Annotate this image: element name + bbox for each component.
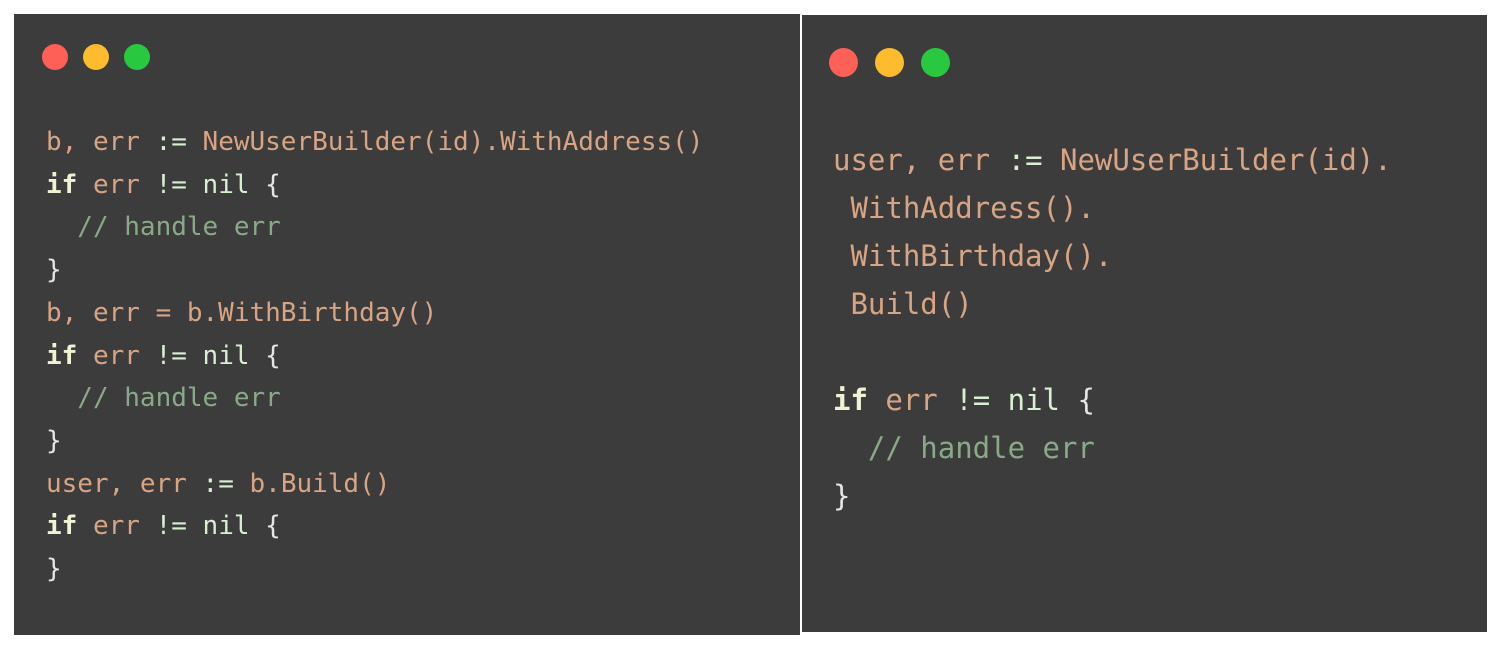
code-token: != [955,383,991,417]
window-controls [829,48,950,77]
code-line: if err != nil { [46,164,703,207]
code-token: if [46,511,78,542]
code-line: // handle err [833,424,1392,472]
code-token: } [46,425,62,456]
minimize-dot-icon[interactable] [875,48,904,77]
code-token: WithAddress(). [833,191,1095,225]
window-controls [42,44,150,70]
code-line: ​ [833,328,1392,376]
code-window-right: user, err := NewUserBuilder(id). WithAdd… [802,15,1487,632]
code-token: if [46,340,78,371]
code-line: user, err := b.Build() [46,463,703,506]
code-token: // handle err [46,212,281,243]
code-line: } [46,249,703,292]
code-token: user, err [833,143,1008,177]
code-token: { [249,340,281,371]
code-token: // handle err [833,431,1095,465]
code-line: Build() [833,280,1392,328]
code-line: // handle err [46,206,703,249]
code-token: nil [186,340,250,371]
code-block: b, err := NewUserBuilder(id).WithAddress… [46,121,703,591]
code-token: err [77,511,156,542]
code-line: if err != nil { [833,376,1392,424]
code-block: user, err := NewUserBuilder(id). WithAdd… [833,136,1392,520]
code-token: { [1060,383,1095,417]
code-token: NewUserBuilder(id).WithAddress() [186,127,704,157]
code-line: b, err := NewUserBuilder(id).WithAddress… [46,121,703,164]
code-line: WithBirthday(). [833,232,1392,280]
code-token: } [46,255,62,286]
code-line: // handle err [46,377,703,420]
code-token: NewUserBuilder(id). [1042,143,1392,177]
code-token: nil [186,511,250,542]
code-line: } [46,420,703,463]
code-token: } [833,479,851,513]
code-token: := [1007,143,1043,177]
code-line: user, err := NewUserBuilder(id). [833,136,1392,184]
code-line: WithAddress(). [833,184,1392,232]
minimize-dot-icon[interactable] [83,44,109,70]
code-token: := [202,468,234,499]
code-line: } [833,472,1392,520]
code-token: { [249,169,281,200]
code-token: := [155,127,187,157]
code-token: user, err [46,468,203,499]
code-token: != [155,340,187,371]
code-token: if [46,169,78,200]
code-token: Build() [833,287,973,321]
close-dot-icon[interactable] [42,44,68,70]
code-token: nil [990,383,1060,417]
code-window-left: b, err := NewUserBuilder(id).WithAddress… [14,14,800,635]
code-token: err [77,340,156,371]
code-token: != [155,169,187,200]
code-token: b, err = b.WithBirthday() [46,297,438,328]
code-token: != [155,511,187,542]
code-line: if err != nil { [46,335,703,378]
code-token: if [833,383,868,417]
close-dot-icon[interactable] [829,48,858,77]
maximize-dot-icon[interactable] [124,44,150,70]
code-token: err [867,383,956,417]
code-token: } [46,554,62,585]
code-line: } [46,548,703,591]
code-token: WithBirthday(). [833,239,1113,273]
code-line: b, err = b.WithBirthday() [46,292,703,335]
code-token: { [249,511,281,542]
maximize-dot-icon[interactable] [921,48,950,77]
code-token: b, err [46,127,156,157]
code-token: err [77,169,156,200]
code-token: b.Build() [233,468,391,499]
code-token: // handle err [46,383,281,414]
code-token: nil [186,169,250,200]
code-line: if err != nil { [46,505,703,548]
